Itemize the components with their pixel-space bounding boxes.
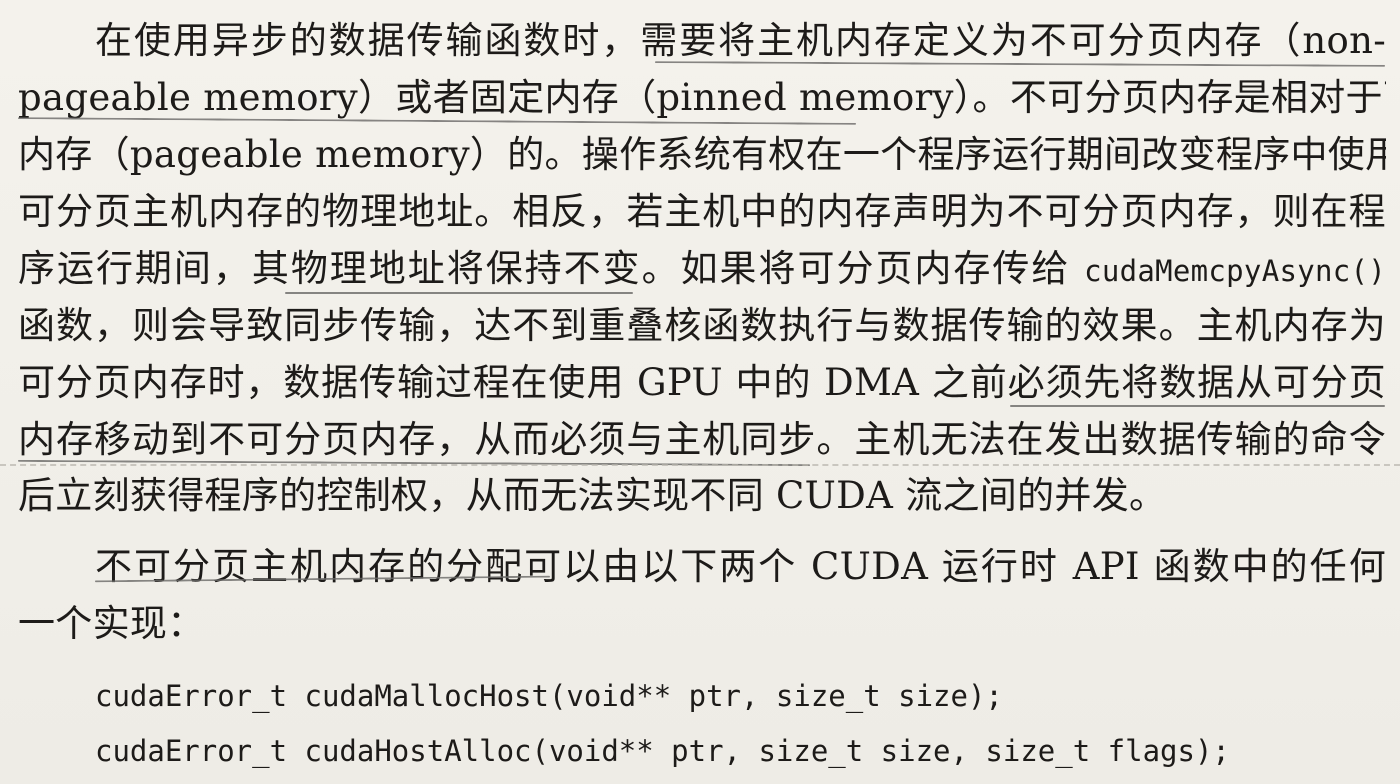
page-fold-line: [0, 464, 1400, 466]
paragraph-1-line-6: 函数，则会导致同步传输，达不到重叠核函数执行与数据传输的效果。主机内存为: [18, 304, 1386, 347]
paragraph-2-line-1: 不可分页主机内存的分配可以由以下两个 CUDA 运行时 API 函数中的任何: [95, 545, 1386, 588]
book-page: 在使用异步的数据传输函数时，需要将主机内存定义为不可分页内存（non- page…: [0, 0, 1400, 784]
paragraph-1-line-5: 序运行期间，其物理地址将保持不变。如果将可分页内存传给 cudaMemcpyAs…: [18, 240, 1386, 298]
pen-underline: [1010, 405, 1385, 407]
paragraph-1-line-5-text: 序运行期间，其物理地址将保持不变。如果将可分页内存传给: [18, 247, 1071, 290]
paragraph-1-line-3: 内存（pageable memory）的。操作系统有权在一个程序运行期间改变程序…: [18, 133, 1386, 176]
pen-underline: [285, 292, 633, 294]
code-line-cudamallochost: cudaError_t cudaMallocHost(void** ptr, s…: [95, 679, 1003, 713]
code-line-cudahostalloc: cudaError_t cudaHostAlloc(void** ptr, si…: [95, 734, 1230, 768]
inline-code-cudamemcpyasync: cudaMemcpyAsync(): [1084, 254, 1386, 288]
paragraph-2-line-2: 一个实现：: [18, 602, 205, 645]
paragraph-1-line-4: 可分页主机内存的物理地址。相反，若主机中的内存声明为不可分页内存，则在程: [18, 190, 1386, 233]
paragraph-1-line-9: 后立刻获得程序的控制权，从而无法实现不同 CUDA 流之间的并发。: [18, 474, 1167, 517]
paragraph-1-line-7: 可分页内存时，数据传输过程在使用 GPU 中的 DMA 之前必须先将数据从可分页: [18, 361, 1386, 404]
